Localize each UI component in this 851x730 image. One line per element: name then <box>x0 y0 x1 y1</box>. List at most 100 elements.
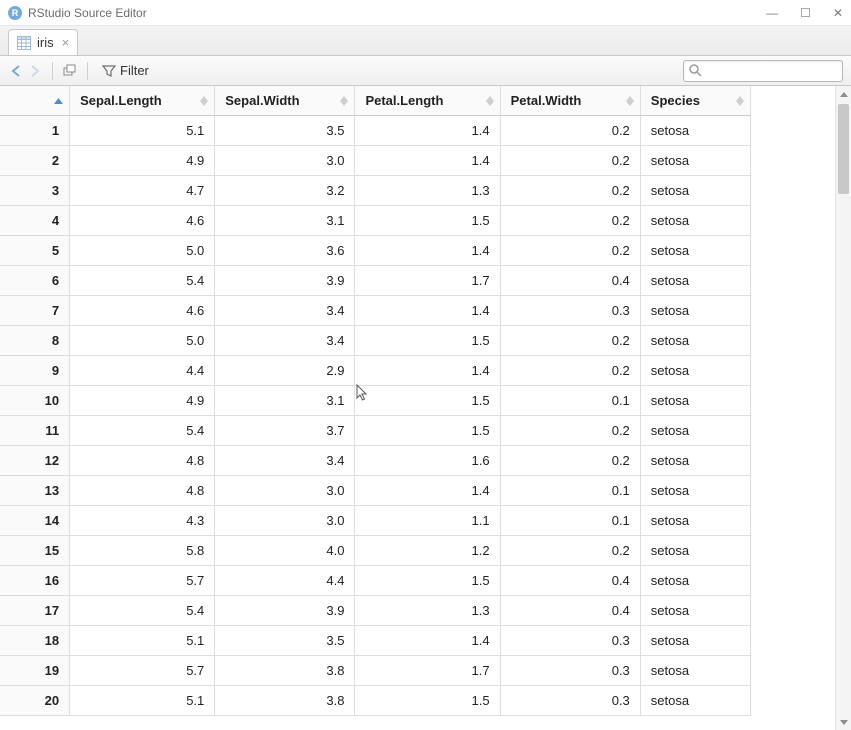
separator <box>52 62 53 80</box>
cell-species: setosa <box>641 626 751 656</box>
table-row[interactable]: 195.73.81.70.3setosa <box>0 656 751 686</box>
row-number: 9 <box>0 356 70 386</box>
table-row[interactable]: 15.13.51.40.2setosa <box>0 116 751 146</box>
row-number: 20 <box>0 686 70 716</box>
tab-close-icon[interactable]: × <box>62 35 70 50</box>
filter-button[interactable]: Filter <box>96 61 155 80</box>
table-row[interactable]: 134.83.01.40.1setosa <box>0 476 751 506</box>
sort-ascending-icon <box>54 98 63 104</box>
toolbar: Filter <box>0 56 851 86</box>
cell-petal-width: 0.3 <box>501 656 641 686</box>
scrollbar-thumb[interactable] <box>838 104 849 194</box>
table-row[interactable]: 65.43.91.70.4setosa <box>0 266 751 296</box>
table-row[interactable]: 124.83.41.60.2setosa <box>0 446 751 476</box>
row-number: 6 <box>0 266 70 296</box>
table-row[interactable]: 115.43.71.50.2setosa <box>0 416 751 446</box>
cell-petal-length: 1.4 <box>355 146 500 176</box>
cell-petal-width: 0.2 <box>501 146 641 176</box>
table-row[interactable]: 165.74.41.50.4setosa <box>0 566 751 596</box>
cell-sepal-width: 3.9 <box>215 596 355 626</box>
column-header-petal-width[interactable]: Petal.Width <box>501 86 641 116</box>
cell-sepal-length: 5.4 <box>70 266 215 296</box>
cell-petal-width: 0.2 <box>501 176 641 206</box>
cell-petal-length: 1.1 <box>355 506 500 536</box>
cell-sepal-width: 3.4 <box>215 296 355 326</box>
cell-sepal-length: 5.1 <box>70 626 215 656</box>
table-row[interactable]: 34.73.21.30.2setosa <box>0 176 751 206</box>
cell-sepal-width: 3.6 <box>215 236 355 266</box>
row-number: 14 <box>0 506 70 536</box>
cell-petal-length: 1.5 <box>355 386 500 416</box>
row-number: 13 <box>0 476 70 506</box>
cell-sepal-length: 4.4 <box>70 356 215 386</box>
column-header-sepal-length[interactable]: Sepal.Length <box>70 86 215 116</box>
row-number: 15 <box>0 536 70 566</box>
table-row[interactable]: 85.03.41.50.2setosa <box>0 326 751 356</box>
app-icon: R <box>8 6 22 20</box>
cell-sepal-length: 5.7 <box>70 566 215 596</box>
cell-petal-width: 0.2 <box>501 446 641 476</box>
table-row[interactable]: 155.84.01.20.2setosa <box>0 536 751 566</box>
row-number: 17 <box>0 596 70 626</box>
table-row[interactable]: 185.13.51.40.3setosa <box>0 626 751 656</box>
table-row[interactable]: 55.03.61.40.2setosa <box>0 236 751 266</box>
row-number: 2 <box>0 146 70 176</box>
cell-species: setosa <box>641 206 751 236</box>
cell-petal-width: 0.2 <box>501 326 641 356</box>
search-icon <box>688 63 702 82</box>
vertical-scrollbar[interactable] <box>835 86 851 730</box>
cell-sepal-length: 4.9 <box>70 146 215 176</box>
cell-sepal-width: 3.0 <box>215 476 355 506</box>
search-input[interactable] <box>683 60 843 82</box>
table-row[interactable]: 74.63.41.40.3setosa <box>0 296 751 326</box>
row-number: 3 <box>0 176 70 206</box>
cell-petal-width: 0.3 <box>501 296 641 326</box>
sort-icon <box>486 96 494 106</box>
cell-sepal-length: 4.3 <box>70 506 215 536</box>
row-number: 12 <box>0 446 70 476</box>
table-row[interactable]: 205.13.81.50.3setosa <box>0 686 751 716</box>
row-number: 10 <box>0 386 70 416</box>
table-row[interactable]: 44.63.11.50.2setosa <box>0 206 751 236</box>
cell-petal-length: 1.6 <box>355 446 500 476</box>
column-header-petal-length[interactable]: Petal.Length <box>355 86 500 116</box>
sort-icon <box>200 96 208 106</box>
table-row[interactable]: 104.93.11.50.1setosa <box>0 386 751 416</box>
window-minimize-button[interactable]: — <box>766 6 778 20</box>
cell-species: setosa <box>641 446 751 476</box>
cell-sepal-length: 5.4 <box>70 416 215 446</box>
show-in-new-window-button[interactable] <box>61 63 79 79</box>
cell-petal-width: 0.4 <box>501 266 641 296</box>
cell-species: setosa <box>641 536 751 566</box>
cell-sepal-width: 3.1 <box>215 206 355 236</box>
table-row[interactable]: 24.93.01.40.2setosa <box>0 146 751 176</box>
window-close-button[interactable]: ✕ <box>833 6 843 20</box>
cell-petal-length: 1.3 <box>355 176 500 206</box>
window-maximize-button[interactable]: ☐ <box>800 6 811 20</box>
scroll-down-icon[interactable] <box>836 714 851 730</box>
cell-petal-length: 1.7 <box>355 266 500 296</box>
table-row[interactable]: 144.33.01.10.1setosa <box>0 506 751 536</box>
cell-petal-length: 1.5 <box>355 416 500 446</box>
cell-species: setosa <box>641 296 751 326</box>
cell-sepal-length: 5.7 <box>70 656 215 686</box>
nav-back-button[interactable] <box>8 63 26 79</box>
column-header-sepal-width[interactable]: Sepal.Width <box>215 86 355 116</box>
sort-icon <box>340 96 348 106</box>
cell-sepal-length: 5.0 <box>70 326 215 356</box>
column-header-species[interactable]: Species <box>641 86 751 116</box>
cell-sepal-width: 3.7 <box>215 416 355 446</box>
tab-iris[interactable]: iris × <box>8 29 78 55</box>
scroll-up-icon[interactable] <box>836 86 851 102</box>
table-row[interactable]: 175.43.91.30.4setosa <box>0 596 751 626</box>
cell-petal-length: 1.3 <box>355 596 500 626</box>
data-frame-icon <box>17 36 31 50</box>
cell-sepal-length: 4.9 <box>70 386 215 416</box>
cell-sepal-length: 5.4 <box>70 596 215 626</box>
row-number: 16 <box>0 566 70 596</box>
column-header-rownum[interactable] <box>0 86 70 116</box>
cell-species: setosa <box>641 116 751 146</box>
cell-sepal-width: 3.4 <box>215 446 355 476</box>
nav-forward-button[interactable] <box>26 63 44 79</box>
table-row[interactable]: 94.42.91.40.2setosa <box>0 356 751 386</box>
